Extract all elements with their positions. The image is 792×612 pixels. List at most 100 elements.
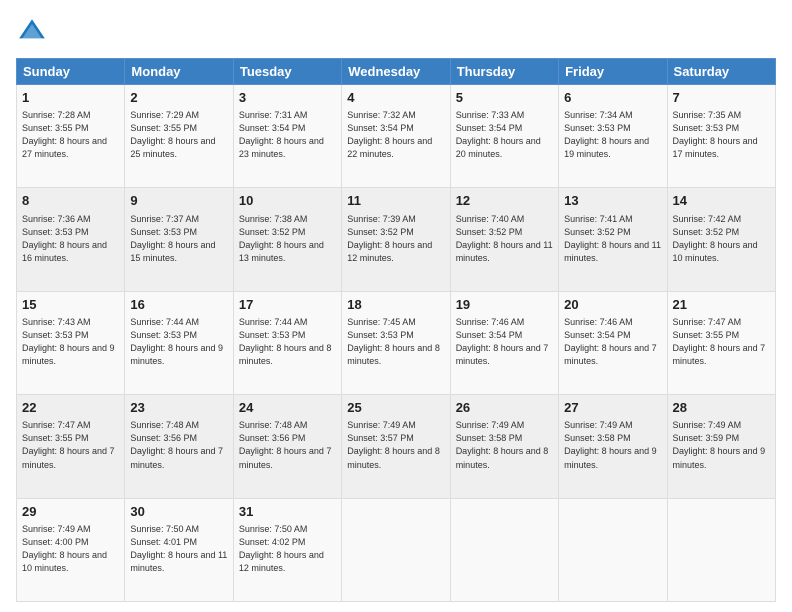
cell-content: Sunrise: 7:47 AMSunset: 3:55 PMDaylight:…	[673, 316, 770, 368]
calendar-cell: 16 Sunrise: 7:44 AMSunset: 3:53 PMDayligh…	[125, 291, 233, 394]
day-number: 3	[239, 89, 336, 107]
cell-content: Sunrise: 7:32 AMSunset: 3:54 PMDaylight:…	[347, 109, 444, 161]
calendar-cell: 20 Sunrise: 7:46 AMSunset: 3:54 PMDayligh…	[559, 291, 667, 394]
day-number: 18	[347, 296, 444, 314]
cell-content: Sunrise: 7:44 AMSunset: 3:53 PMDaylight:…	[239, 316, 336, 368]
calendar-cell: 29 Sunrise: 7:49 AMSunset: 4:00 PMDayligh…	[17, 498, 125, 601]
day-number: 30	[130, 503, 227, 521]
day-number: 16	[130, 296, 227, 314]
cell-content: Sunrise: 7:47 AMSunset: 3:55 PMDaylight:…	[22, 419, 119, 471]
day-number: 20	[564, 296, 661, 314]
header	[16, 16, 776, 48]
cell-content: Sunrise: 7:46 AMSunset: 3:54 PMDaylight:…	[456, 316, 553, 368]
calendar-week-2: 8 Sunrise: 7:36 AMSunset: 3:53 PMDaylight…	[17, 188, 776, 291]
calendar-cell: 12 Sunrise: 7:40 AMSunset: 3:52 PMDayligh…	[450, 188, 558, 291]
calendar-week-4: 22 Sunrise: 7:47 AMSunset: 3:55 PMDayligh…	[17, 395, 776, 498]
day-number: 6	[564, 89, 661, 107]
cell-content: Sunrise: 7:49 AMSunset: 4:00 PMDaylight:…	[22, 523, 119, 575]
col-wednesday: Wednesday	[342, 59, 450, 85]
cell-content: Sunrise: 7:41 AMSunset: 3:52 PMDaylight:…	[564, 213, 661, 265]
calendar-cell	[559, 498, 667, 601]
col-monday: Monday	[125, 59, 233, 85]
cell-content: Sunrise: 7:45 AMSunset: 3:53 PMDaylight:…	[347, 316, 444, 368]
col-thursday: Thursday	[450, 59, 558, 85]
day-number: 31	[239, 503, 336, 521]
col-saturday: Saturday	[667, 59, 775, 85]
logo-icon	[16, 16, 48, 48]
day-number: 7	[673, 89, 770, 107]
cell-content: Sunrise: 7:28 AMSunset: 3:55 PMDaylight:…	[22, 109, 119, 161]
logo	[16, 16, 52, 48]
cell-content: Sunrise: 7:43 AMSunset: 3:53 PMDaylight:…	[22, 316, 119, 368]
calendar-cell: 14 Sunrise: 7:42 AMSunset: 3:52 PMDayligh…	[667, 188, 775, 291]
calendar-week-5: 29 Sunrise: 7:49 AMSunset: 4:00 PMDayligh…	[17, 498, 776, 601]
calendar-cell: 17 Sunrise: 7:44 AMSunset: 3:53 PMDayligh…	[233, 291, 341, 394]
cell-content: Sunrise: 7:39 AMSunset: 3:52 PMDaylight:…	[347, 213, 444, 265]
cell-content: Sunrise: 7:33 AMSunset: 3:54 PMDaylight:…	[456, 109, 553, 161]
cell-content: Sunrise: 7:35 AMSunset: 3:53 PMDaylight:…	[673, 109, 770, 161]
day-number: 12	[456, 192, 553, 210]
cell-content: Sunrise: 7:49 AMSunset: 3:58 PMDaylight:…	[456, 419, 553, 471]
calendar-cell: 11Sunrise: 7:39 AMSunset: 3:52 PMDayligh…	[342, 188, 450, 291]
day-number: 2	[130, 89, 227, 107]
day-number: 26	[456, 399, 553, 417]
calendar-week-3: 15Sunrise: 7:43 AMSunset: 3:53 PMDayligh…	[17, 291, 776, 394]
calendar-cell: 21 Sunrise: 7:47 AMSunset: 3:55 PMDayligh…	[667, 291, 775, 394]
calendar-cell: 3 Sunrise: 7:31 AMSunset: 3:54 PMDaylight…	[233, 85, 341, 188]
day-number: 29	[22, 503, 119, 521]
calendar-cell: 9 Sunrise: 7:37 AMSunset: 3:53 PMDaylight…	[125, 188, 233, 291]
cell-content: Sunrise: 7:38 AMSunset: 3:52 PMDaylight:…	[239, 213, 336, 265]
calendar-cell: 2 Sunrise: 7:29 AMSunset: 3:55 PMDaylight…	[125, 85, 233, 188]
calendar-cell	[450, 498, 558, 601]
cell-content: Sunrise: 7:48 AMSunset: 3:56 PMDaylight:…	[239, 419, 336, 471]
calendar-cell: 8 Sunrise: 7:36 AMSunset: 3:53 PMDaylight…	[17, 188, 125, 291]
cell-content: Sunrise: 7:37 AMSunset: 3:53 PMDaylight:…	[130, 213, 227, 265]
cell-content: Sunrise: 7:46 AMSunset: 3:54 PMDaylight:…	[564, 316, 661, 368]
day-number: 17	[239, 296, 336, 314]
cell-content: Sunrise: 7:29 AMSunset: 3:55 PMDaylight:…	[130, 109, 227, 161]
calendar-cell: 24 Sunrise: 7:48 AMSunset: 3:56 PMDayligh…	[233, 395, 341, 498]
calendar-cell: 22 Sunrise: 7:47 AMSunset: 3:55 PMDayligh…	[17, 395, 125, 498]
calendar-cell: 4 Sunrise: 7:32 AMSunset: 3:54 PMDaylight…	[342, 85, 450, 188]
calendar-cell: 13 Sunrise: 7:41 AMSunset: 3:52 PMDayligh…	[559, 188, 667, 291]
day-number: 1	[22, 89, 119, 107]
day-number: 4	[347, 89, 444, 107]
day-number: 24	[239, 399, 336, 417]
calendar-cell: 5Sunrise: 7:33 AMSunset: 3:54 PMDaylight…	[450, 85, 558, 188]
cell-content: Sunrise: 7:36 AMSunset: 3:53 PMDaylight:…	[22, 213, 119, 265]
cell-content: Sunrise: 7:50 AMSunset: 4:02 PMDaylight:…	[239, 523, 336, 575]
day-number: 10	[239, 192, 336, 210]
day-number: 23	[130, 399, 227, 417]
cell-content: Sunrise: 7:44 AMSunset: 3:53 PMDaylight:…	[130, 316, 227, 368]
calendar-cell: 27Sunrise: 7:49 AMSunset: 3:58 PMDayligh…	[559, 395, 667, 498]
day-number: 8	[22, 192, 119, 210]
day-number: 14	[673, 192, 770, 210]
calendar-cell: 18 Sunrise: 7:45 AMSunset: 3:53 PMDayligh…	[342, 291, 450, 394]
day-number: 22	[22, 399, 119, 417]
calendar-cell: 26 Sunrise: 7:49 AMSunset: 3:58 PMDayligh…	[450, 395, 558, 498]
calendar-cell: 30Sunrise: 7:50 AMSunset: 4:01 PMDayligh…	[125, 498, 233, 601]
cell-content: Sunrise: 7:40 AMSunset: 3:52 PMDaylight:…	[456, 213, 553, 265]
col-tuesday: Tuesday	[233, 59, 341, 85]
col-sunday: Sunday	[17, 59, 125, 85]
page: Sunday Monday Tuesday Wednesday Thursday…	[0, 0, 792, 612]
calendar-cell: 23Sunrise: 7:48 AMSunset: 3:56 PMDayligh…	[125, 395, 233, 498]
cell-content: Sunrise: 7:49 AMSunset: 3:59 PMDaylight:…	[673, 419, 770, 471]
cell-content: Sunrise: 7:42 AMSunset: 3:52 PMDaylight:…	[673, 213, 770, 265]
cell-content: Sunrise: 7:31 AMSunset: 3:54 PMDaylight:…	[239, 109, 336, 161]
cell-content: Sunrise: 7:34 AMSunset: 3:53 PMDaylight:…	[564, 109, 661, 161]
day-number: 9	[130, 192, 227, 210]
calendar-week-1: 1 Sunrise: 7:28 AMSunset: 3:55 PMDaylight…	[17, 85, 776, 188]
calendar-cell: 6 Sunrise: 7:34 AMSunset: 3:53 PMDaylight…	[559, 85, 667, 188]
calendar-table: Sunday Monday Tuesday Wednesday Thursday…	[16, 58, 776, 602]
calendar-cell: 1 Sunrise: 7:28 AMSunset: 3:55 PMDaylight…	[17, 85, 125, 188]
day-number: 25	[347, 399, 444, 417]
day-number: 13	[564, 192, 661, 210]
calendar-cell: 31 Sunrise: 7:50 AMSunset: 4:02 PMDayligh…	[233, 498, 341, 601]
calendar-cell: 28Sunrise: 7:49 AMSunset: 3:59 PMDayligh…	[667, 395, 775, 498]
calendar-cell	[342, 498, 450, 601]
calendar-header-row: Sunday Monday Tuesday Wednesday Thursday…	[17, 59, 776, 85]
calendar-cell: 25Sunrise: 7:49 AMSunset: 3:57 PMDayligh…	[342, 395, 450, 498]
day-number: 21	[673, 296, 770, 314]
calendar-cell: 7 Sunrise: 7:35 AMSunset: 3:53 PMDaylight…	[667, 85, 775, 188]
